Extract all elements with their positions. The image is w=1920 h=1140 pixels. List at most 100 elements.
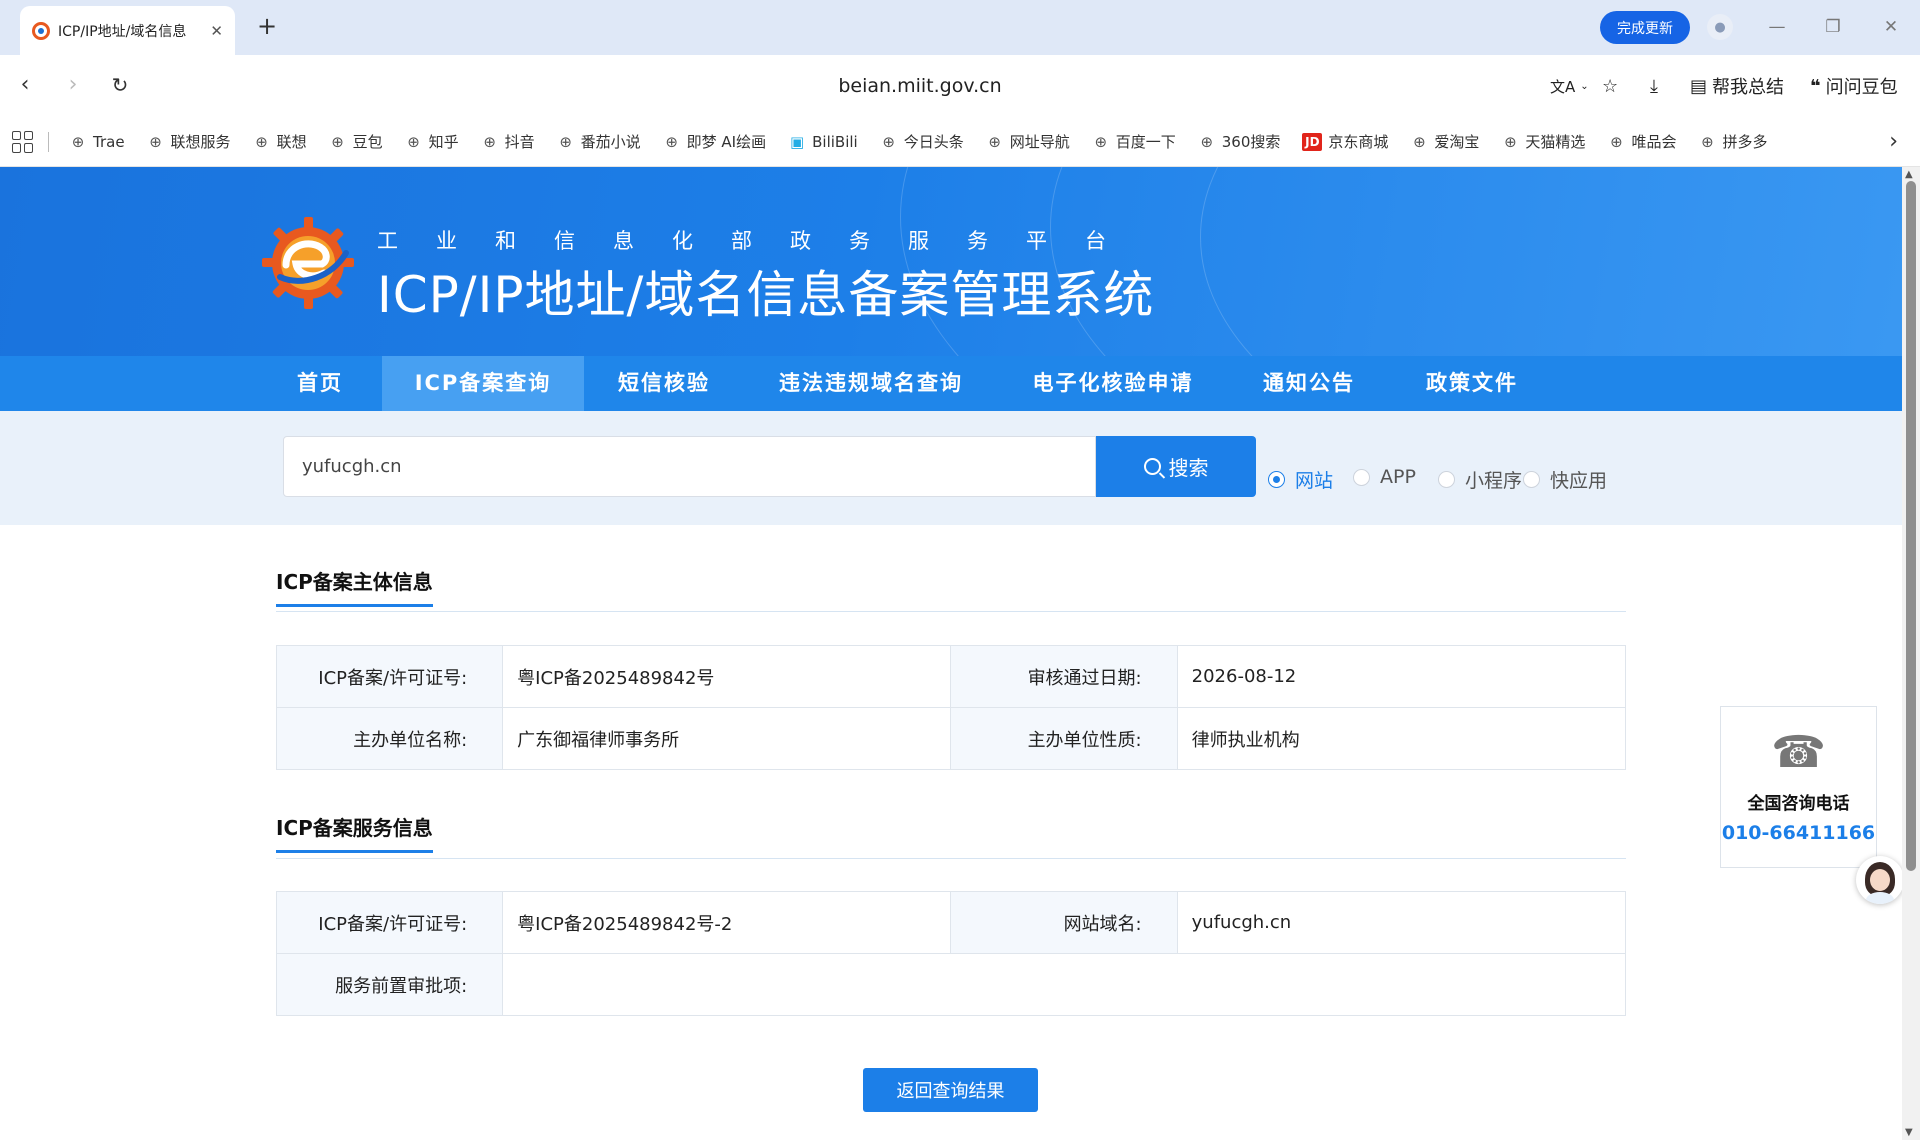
bookmark-label: BiliBili: [812, 132, 858, 151]
scroll-down-icon[interactable]: ▼: [1905, 1127, 1913, 1138]
bilibili-icon: ▣: [790, 132, 805, 151]
bookmark-item[interactable]: ⊕ 360搜索: [1188, 131, 1293, 152]
nav-policies[interactable]: 政策文件: [1410, 356, 1534, 411]
nav-notices[interactable]: 通知公告: [1250, 356, 1368, 411]
quote-icon: ❝: [1810, 75, 1821, 97]
search-icon: [1143, 458, 1161, 475]
bookmark-label: 番茄小说: [580, 133, 641, 151]
radio-dot-icon: [1523, 471, 1540, 488]
miit-logo-icon: [262, 217, 354, 309]
banner-title: ICP/IP地址/域名信息备案管理系统: [377, 266, 1155, 324]
bookmark-label: 唯品会: [1631, 133, 1677, 151]
heading-underline: [276, 604, 433, 607]
assistant-avatar-icon[interactable]: [1856, 856, 1904, 904]
nav-e-verify[interactable]: 电子化核验申请: [1018, 356, 1208, 411]
bookmark-item[interactable]: ⊕ 抖音: [471, 131, 547, 152]
chevron-right-icon[interactable]: ›: [1889, 129, 1898, 154]
bookmark-label: 联想: [276, 133, 307, 151]
bookmark-label: 豆包: [352, 133, 383, 151]
table-row: ICP备案/许可证号: 粤ICP备2025489842号-2 网站域名: yuf…: [275, 891, 1627, 954]
bookmark-item[interactable]: ⊕ 今日头条: [870, 131, 976, 152]
hotline-title: 全国咨询电话: [1747, 794, 1850, 814]
bookmark-label: 抖音: [504, 133, 535, 151]
bookmarks-bar: ⊕ Trae ⊕ 联想服务 ⊕ 联想 ⊕ 豆包 ⊕ 知乎 ⊕ 抖音 ⊕ 番茄小说 ⊕ 即梦 AI绘画 ▣ Bili…: [0, 117, 1920, 167]
browser-tab[interactable]: ICP/IP地址/域名信息 ✕: [20, 6, 235, 55]
summary-label: 帮我总结: [1712, 77, 1785, 98]
download-icon[interactable]: ⤓: [1650, 73, 1658, 99]
bookmark-item[interactable]: ⊕ 爱淘宝: [1400, 131, 1491, 152]
profile-icon[interactable]: ●: [1707, 14, 1733, 40]
org-nature-label: 主办单位性质:: [950, 707, 1178, 770]
service-info-table: ICP备案/许可证号: 粤ICP备2025489842号-2 网站域名: yuf…: [275, 891, 1627, 1016]
back-icon[interactable]: ‹: [10, 71, 40, 101]
hotline-widget[interactable]: ☎ 全国咨询电话 010-66411166: [1720, 706, 1877, 868]
approve-date-value: 2026-08-12: [1176, 645, 1627, 708]
bookmark-item[interactable]: ⊕ 天猫精选: [1491, 131, 1597, 152]
bookmark-item[interactable]: ⊕ 联想服务: [137, 131, 243, 152]
bookmark-item[interactable]: ▣ BiliBili: [778, 133, 870, 151]
search-input[interactable]: [283, 436, 1096, 497]
subject-heading-text: ICP备案主体信息: [276, 570, 433, 594]
bookmark-label: 天猫精选: [1525, 133, 1586, 151]
hotline-number: 010-66411166: [1721, 822, 1876, 844]
radio-label: 网站: [1295, 470, 1334, 492]
page-content: 工业和信息化部政务服务平台 ICP/IP地址/域名信息备案管理系统 首页 ICP…: [0, 167, 1902, 1140]
radio-dot-icon: [1438, 471, 1455, 488]
bookmark-item[interactable]: ⊕ Trae: [59, 133, 137, 151]
type-radio-miniprogram[interactable]: 小程序: [1438, 466, 1522, 493]
url-field[interactable]: beian.miit.gov.cn: [760, 75, 1080, 97]
type-radio-quickapp[interactable]: 快应用: [1523, 466, 1607, 493]
restore-icon[interactable]: ❐: [1818, 12, 1848, 42]
scrollbar-thumb[interactable]: [1906, 181, 1916, 871]
type-radio-app[interactable]: APP: [1353, 466, 1416, 488]
bookmark-item[interactable]: ⊕ 番茄小说: [547, 131, 653, 152]
globe-icon: ⊕: [559, 132, 572, 151]
ask-doubao-button[interactable]: ❝ 问问豆包: [1810, 73, 1898, 99]
summary-button[interactable]: ▤ 帮我总结: [1690, 73, 1784, 99]
radio-dot-icon: [1353, 468, 1370, 486]
translate-icon[interactable]: 文A ⌄: [1550, 73, 1589, 99]
bookmark-item[interactable]: ⊕ 联想: [243, 131, 319, 152]
bookmark-item[interactable]: JD 京东商城: [1292, 131, 1400, 152]
pre-approval-value: [502, 953, 1626, 1016]
bookmark-item[interactable]: ⊕ 知乎: [395, 131, 471, 152]
search-button[interactable]: 搜索: [1096, 436, 1256, 497]
nav-sms-verify[interactable]: 短信核验: [600, 356, 728, 411]
globe-icon: ⊕: [483, 132, 496, 151]
avatar-face: [1870, 869, 1890, 891]
translate-label: 文A: [1550, 77, 1576, 96]
radio-label: 小程序: [1465, 470, 1523, 492]
tab-close-icon[interactable]: ✕: [210, 22, 223, 40]
domain-value: yufucgh.cn: [1176, 891, 1627, 954]
bookmark-item[interactable]: ⊕ 唯品会: [1597, 131, 1688, 152]
forward-icon[interactable]: ›: [58, 71, 88, 101]
nav-home[interactable]: 首页: [272, 356, 368, 411]
apps-grid-icon[interactable]: [12, 130, 34, 153]
nav-illegal-domain[interactable]: 违法违规域名查询: [770, 356, 972, 411]
site-banner: 工业和信息化部政务服务平台 ICP/IP地址/域名信息备案管理系统: [0, 167, 1902, 356]
star-icon[interactable]: ☆: [1602, 73, 1618, 99]
scroll-up-icon[interactable]: ▲: [1905, 169, 1913, 180]
back-to-results-button[interactable]: 返回查询结果: [863, 1068, 1038, 1112]
reload-icon[interactable]: ↻: [105, 71, 135, 101]
update-button[interactable]: 完成更新: [1600, 11, 1690, 44]
bookmark-item[interactable]: ⊕ 豆包: [319, 131, 395, 152]
bookmark-label: 即梦 AI绘画: [686, 133, 767, 151]
nav-icp-query[interactable]: ICP备案查询: [382, 356, 584, 411]
chevron-down-icon: ⌄: [1580, 80, 1589, 92]
bookmark-item[interactable]: ⊕ 即梦 AI绘画: [653, 131, 778, 152]
minimize-icon[interactable]: —: [1762, 12, 1792, 42]
globe-icon: ⊕: [882, 132, 895, 151]
new-tab-button[interactable]: +: [252, 12, 282, 42]
approve-date-label: 审核通过日期:: [950, 645, 1178, 708]
radio-label: APP: [1380, 466, 1416, 488]
site-favicon-icon: [32, 21, 50, 40]
close-window-icon[interactable]: ✕: [1876, 12, 1906, 42]
bookmark-item[interactable]: ⊕ 百度一下: [1082, 131, 1188, 152]
globe-icon: ⊕: [255, 132, 268, 151]
globe-icon: ⊕: [331, 132, 344, 151]
type-radio-website[interactable]: 网站: [1268, 466, 1333, 493]
bookmark-item[interactable]: ⊕ 网址导航: [976, 131, 1082, 152]
page-scrollbar[interactable]: ▲ ▼: [1902, 167, 1920, 1140]
bookmark-item[interactable]: ⊕ 拼多多: [1688, 131, 1779, 152]
